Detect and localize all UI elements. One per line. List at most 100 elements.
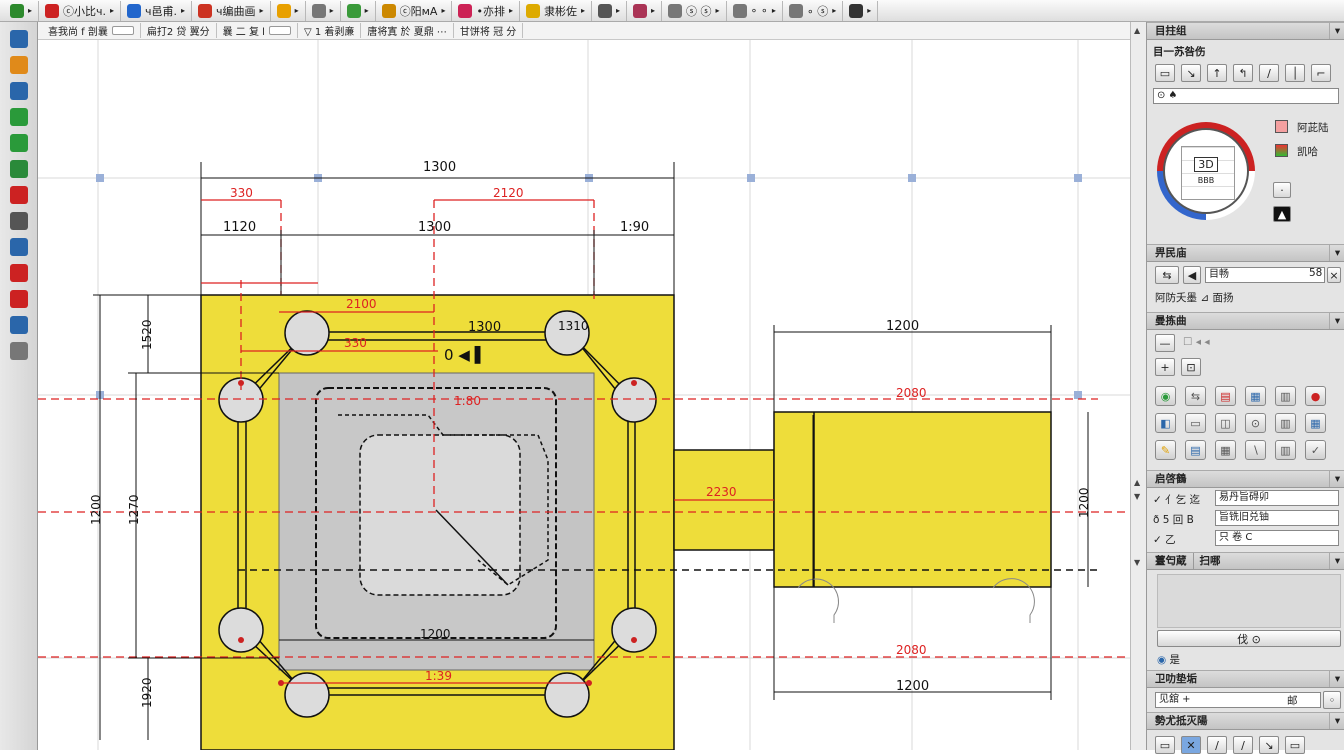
scroll-mid-down2-icon[interactable]: ▼	[1134, 558, 1140, 567]
text-icon[interactable]	[198, 3, 213, 18]
toolbar-group[interactable]: ▸	[306, 0, 341, 21]
tool-grid-icon[interactable]: ◫	[1215, 413, 1236, 433]
arrow-button[interactable]: ↘	[1181, 64, 1201, 82]
doc-icon[interactable]	[10, 342, 28, 360]
x-icon[interactable]	[10, 290, 28, 308]
render-button-4[interactable]: ∕	[1233, 736, 1253, 754]
collapse-icon[interactable]: ▾	[1329, 713, 1344, 729]
snap-icon[interactable]	[458, 3, 473, 18]
apply-button[interactable]: 伐 ⊙	[1157, 630, 1341, 647]
toolbar-group[interactable]: ⓒ阳мA ▸	[376, 0, 453, 21]
toolbar2-item[interactable]: ▽ 1 着剥亷	[298, 23, 362, 38]
toolbar-group[interactable]: ▸	[843, 0, 879, 21]
pencil-icon[interactable]	[381, 3, 396, 18]
scroll-up-icon[interactable]: ▲	[1134, 26, 1140, 35]
tool-grid-icon[interactable]: ▤	[1215, 386, 1236, 406]
edit-icon[interactable]	[525, 3, 540, 18]
app-icon[interactable]	[10, 3, 24, 18]
globe-icon[interactable]	[10, 316, 28, 334]
scroll-mid-up-icon[interactable]: ▲	[1134, 478, 1140, 487]
dropdown-arrow-icon[interactable]: ▸	[330, 6, 334, 15]
toolbar-group[interactable]: •亦排 ▸	[452, 0, 520, 21]
layer-icon[interactable]: ⇆	[1155, 266, 1179, 284]
measure-icon[interactable]	[788, 3, 803, 18]
collapse-icon[interactable]: ▾	[1329, 671, 1344, 687]
dropdown-arrow-icon[interactable]: ▸	[365, 6, 369, 15]
dropdown-arrow-icon[interactable]: ▸	[832, 6, 836, 15]
render-button-6[interactable]: ▭	[1285, 736, 1305, 754]
flag-icon[interactable]	[10, 212, 28, 230]
dropdown-arrow-icon[interactable]: ▸	[581, 6, 585, 15]
drawing-canvas[interactable]: 1300 1120 1300 1:90 1300 1200 1200 1200 …	[38, 40, 1130, 750]
dropdown-arrow-icon[interactable]: ▸	[260, 6, 264, 15]
toolbar-group[interactable]: ч邑甫. ▸	[121, 0, 193, 21]
toolbar-group[interactable]: ч编曲画 ▸	[192, 0, 271, 21]
dropdown-arrow-icon[interactable]: ▸	[181, 6, 185, 15]
measure-icon[interactable]	[10, 238, 28, 256]
prop-field-2[interactable]: 旨铣旧兑铀	[1215, 510, 1339, 526]
align-left-button[interactable]: ▭	[1155, 64, 1175, 82]
pen-icon[interactable]	[10, 82, 28, 100]
plus-button[interactable]: +	[1155, 358, 1175, 376]
layer-field[interactable]: 目畅	[1205, 267, 1325, 283]
render-button-1[interactable]: ▭	[1155, 736, 1175, 754]
layer-close-icon[interactable]: ×	[1327, 267, 1341, 283]
tab-label[interactable]: 扫哪	[1192, 553, 1221, 569]
line-icon[interactable]	[311, 3, 326, 18]
cube-icon[interactable]	[10, 30, 28, 48]
collapse-icon[interactable]: ▾	[1329, 553, 1344, 569]
fit-button[interactable]: ⊡	[1181, 358, 1201, 376]
tool-grid-icon[interactable]: ⇆	[1185, 386, 1206, 406]
dropdown-arrow-icon[interactable]: ▸	[716, 6, 720, 15]
tool-grid-icon[interactable]: ▭	[1185, 413, 1206, 433]
toolbar-group[interactable]: ▸	[4, 0, 40, 21]
view-icon[interactable]	[597, 3, 612, 18]
render-button-3[interactable]: ∕	[1207, 736, 1227, 754]
mini-slider[interactable]	[268, 26, 291, 35]
toolbar2-item[interactable]: 甘饼将 冠 分	[454, 23, 524, 38]
globe-icon[interactable]	[346, 3, 361, 18]
nav-icon[interactable]	[849, 3, 864, 18]
material-option-button[interactable]: ◦	[1323, 691, 1341, 709]
window-icon[interactable]	[127, 3, 142, 18]
collapse-icon[interactable]: ▾	[1329, 313, 1344, 329]
toolbar-group[interactable]: ▸	[627, 0, 663, 21]
chart-icon[interactable]	[10, 56, 28, 74]
dropdown-arrow-icon[interactable]: ▸	[110, 6, 114, 15]
dropdown-arrow-icon[interactable]: ▸	[441, 6, 445, 15]
toolbar-group[interactable]: ∘ ⓢ ▸	[783, 0, 844, 21]
cut-icon[interactable]	[10, 264, 28, 282]
dropdown-arrow-icon[interactable]: ▸	[651, 6, 655, 15]
cad-drawing[interactable]: 1300 1120 1300 1:90 1300 1200 1200 1200 …	[38, 40, 1130, 750]
toolbar-group[interactable]: ∘ ∘ ▸	[727, 0, 783, 21]
tool-grid-icon[interactable]: ▦	[1215, 440, 1236, 460]
dropdown-arrow-icon[interactable]: ▸	[616, 6, 620, 15]
toolbar-group[interactable]: ▸	[592, 0, 627, 21]
tool-grid-icon[interactable]: ✎	[1155, 440, 1176, 460]
prop-field-3[interactable]: 只 卷 C	[1215, 530, 1339, 546]
view-dropdown[interactable]: ⊙ ♠	[1153, 88, 1339, 104]
dropdown-arrow-icon[interactable]: ▸	[509, 6, 513, 15]
grid-icon[interactable]	[668, 3, 683, 18]
toolbar-group[interactable]: 隶彬佐 ▸	[520, 0, 592, 21]
color-icon[interactable]	[276, 3, 291, 18]
toolbar-group[interactable]: ⓒ小比ч. ▸	[39, 0, 122, 21]
prev-icon[interactable]: ◀	[1183, 266, 1201, 284]
small-toggle-button[interactable]: ·	[1273, 182, 1291, 198]
toolbar2-item[interactable]: 扁打2 贷 翼分	[141, 23, 217, 38]
tool-grid-icon[interactable]: ⊙	[1245, 413, 1266, 433]
shape-icon[interactable]	[10, 186, 28, 204]
minus-button[interactable]: —	[1155, 334, 1175, 352]
toolbar2-item[interactable]: 喜我尚 f 剖曩	[42, 23, 141, 38]
dropdown-arrow-icon[interactable]: ▸	[772, 6, 776, 15]
scroll-mid-down-icon[interactable]: ▼	[1134, 492, 1140, 501]
corner-button[interactable]: ⌐	[1311, 64, 1331, 82]
view-cube-dial[interactable]: 3D BBB	[1157, 122, 1255, 220]
toolbar2-item[interactable]: 曩 二 复 l	[217, 23, 298, 38]
up-button[interactable]: ↑	[1207, 64, 1227, 82]
prop-field-1[interactable]: 易丹旨碍卯	[1215, 490, 1339, 506]
tool-grid-icon[interactable]: ●	[1305, 386, 1326, 406]
toolbar-group[interactable]: ▸	[271, 0, 306, 21]
mini-slider[interactable]	[111, 26, 134, 35]
tool-grid-icon[interactable]: ◧	[1155, 413, 1176, 433]
